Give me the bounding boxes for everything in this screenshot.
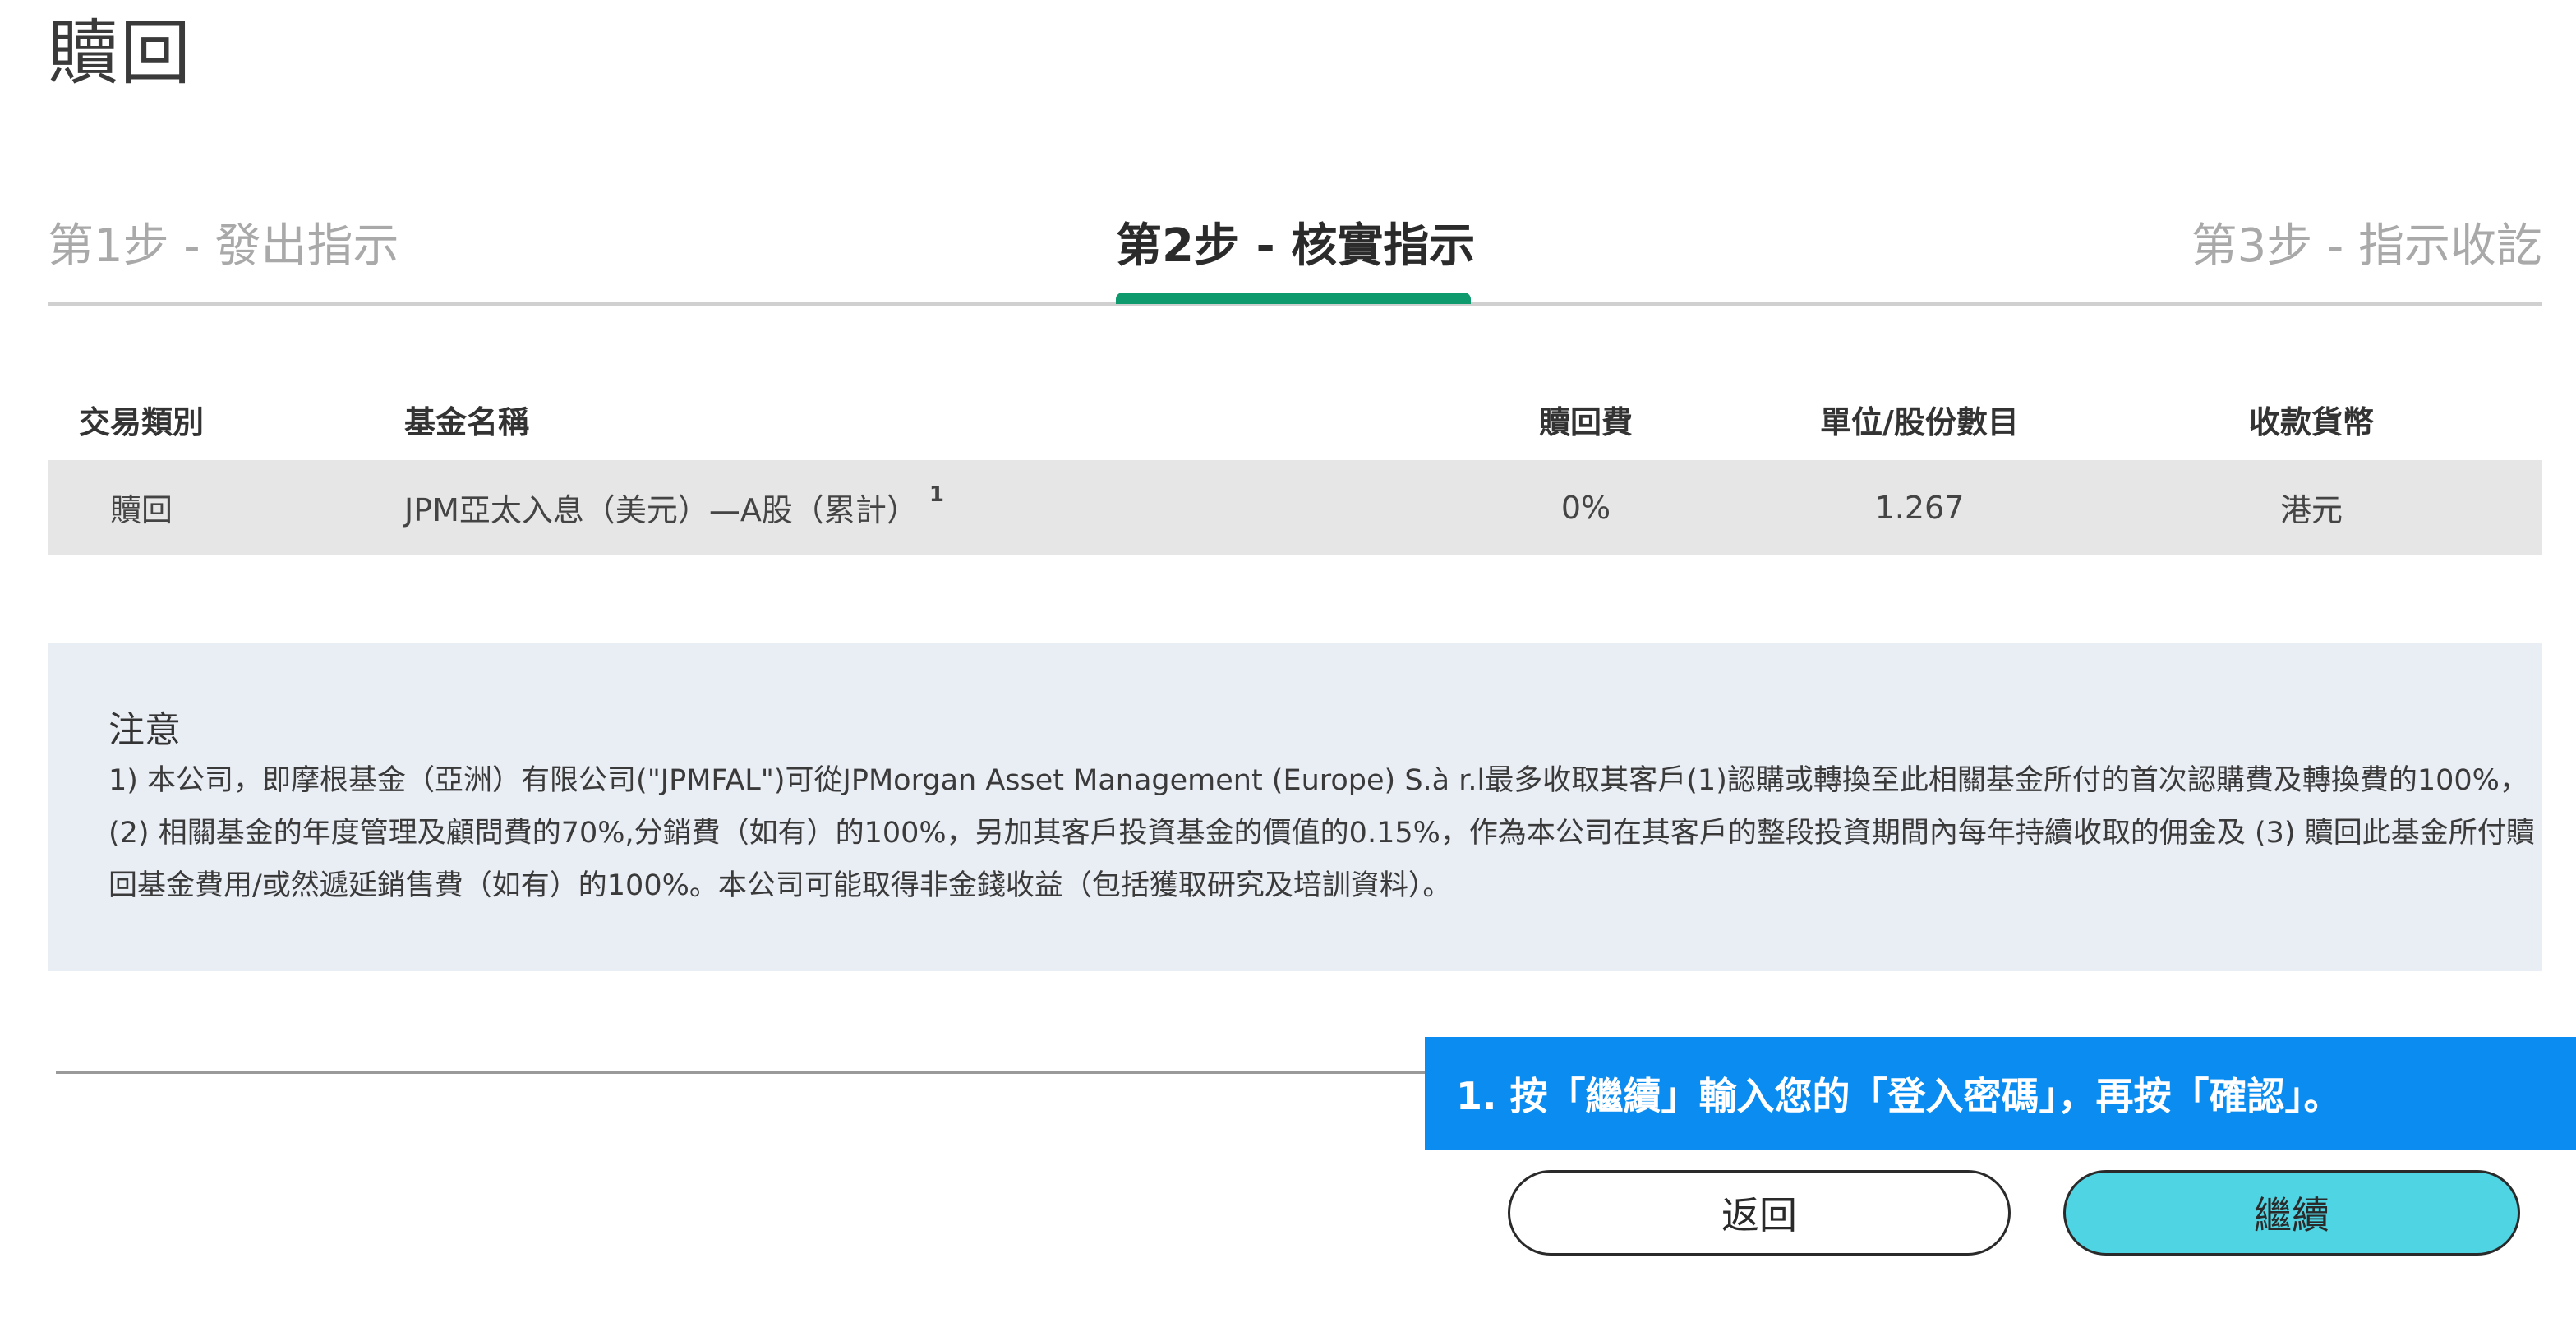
continue-button[interactable]: 繼續 xyxy=(2063,1170,2520,1256)
cell-currency: 港元 xyxy=(2279,492,2343,528)
step-3-label: 第3步 - 指示收訖 xyxy=(2191,219,2542,273)
cell-fund-name: JPM亞太入息（美元）—A股（累計） 1 xyxy=(404,460,944,555)
header-fund-name: 基金名稱 xyxy=(404,403,530,440)
header-transaction-type: 交易類別 xyxy=(78,403,204,440)
disclosure-notice: 注意 1) 本公司，即摩根基金（亞洲）有限公司("JPMFAL")可從JPMor… xyxy=(48,643,2542,971)
back-button[interactable]: 返回 xyxy=(1508,1170,2011,1256)
fund-name-text: JPM亞太入息（美元）—A股（累計） xyxy=(404,492,918,528)
step-2-label: 第2步 - 核實指示 xyxy=(1116,219,1476,273)
cell-units: 1.267 xyxy=(1874,489,1965,526)
step-1-label: 第1步 - 發出指示 xyxy=(48,219,399,273)
header-redemption-fee: 贖回費 xyxy=(1538,403,1633,440)
table-header: 交易類別 基金名稱 贖回費 單位/股份數目 收款貨幣 xyxy=(48,378,2542,460)
footnote-marker: 1 xyxy=(929,481,944,507)
notice-body: 1) 本公司，即摩根基金（亞洲）有限公司("JPMFAL")可從JPMorgan… xyxy=(108,764,2535,902)
cell-redemption-fee: 0% xyxy=(1560,489,1611,526)
divider xyxy=(56,1071,1428,1074)
page-title: 贖回 xyxy=(48,12,192,94)
header-units: 單位/股份數目 xyxy=(1820,403,2019,440)
notice-title: 注意 xyxy=(108,709,181,751)
header-currency: 收款貨幣 xyxy=(2248,403,2374,440)
cell-transaction-type: 贖回 xyxy=(109,492,173,528)
order-summary-table: 交易類別 基金名稱 贖回費 單位/股份數目 收款貨幣 贖回 JPM亞太入息（美元… xyxy=(48,378,2542,555)
instruction-callout: 1. 按「繼續」輸入您的「登入密碼」，再按「確認」。 xyxy=(1425,1037,2576,1150)
active-step-indicator xyxy=(1116,293,1471,304)
table-row: 贖回 JPM亞太入息（美元）—A股（累計） 1 0% 1.267 港元 xyxy=(48,460,2542,555)
progress-stepper: 第1步 - 發出指示 第2步 - 核實指示 第3步 - 指示收訖 xyxy=(48,205,2542,308)
